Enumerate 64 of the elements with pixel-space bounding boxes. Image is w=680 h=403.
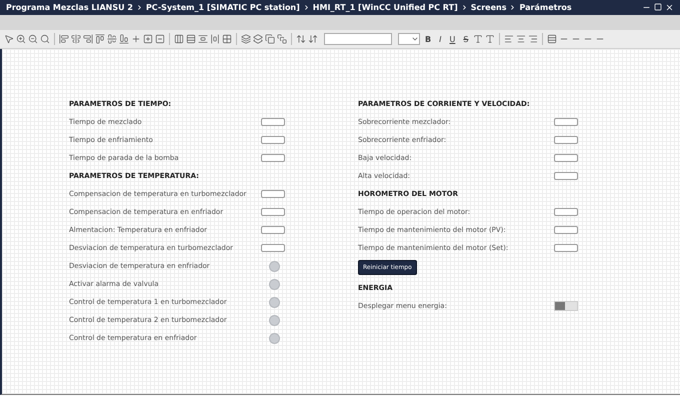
copy-icon[interactable] (265, 34, 275, 44)
status-indicator (269, 260, 280, 272)
toggle-switch[interactable] (554, 301, 578, 311)
align-middle-icon[interactable] (107, 34, 117, 44)
pointer-icon[interactable] (4, 34, 14, 44)
breadcrumb-item[interactable]: Programa Mezclas LIANSU 2 (6, 3, 133, 12)
breadcrumb-item[interactable]: Parámetros (519, 3, 572, 12)
input-field[interactable] (261, 208, 285, 216)
square-plus-icon[interactable] (143, 34, 153, 44)
zoom-in-icon[interactable] (16, 34, 26, 44)
align-center-icon[interactable] (71, 34, 81, 44)
grid-icon[interactable] (222, 34, 232, 44)
input-field[interactable] (261, 226, 285, 234)
chevron-icon (460, 4, 468, 11)
sort-down-icon[interactable] (308, 34, 318, 44)
input-field[interactable] (554, 172, 578, 180)
input-field[interactable] (261, 154, 285, 162)
align-bottom-icon[interactable] (119, 34, 129, 44)
font-field[interactable] (324, 33, 392, 45)
caret-icon (411, 35, 419, 43)
input-field[interactable] (261, 190, 285, 198)
input-field[interactable] (554, 154, 578, 162)
input-field[interactable] (554, 244, 578, 252)
close-icon[interactable] (665, 3, 674, 12)
plus-icon[interactable] (131, 34, 141, 44)
align-top-icon[interactable] (95, 34, 105, 44)
align-left-icon[interactable] (59, 34, 69, 44)
format-button[interactable]: B (422, 34, 434, 44)
text-align-left-icon[interactable] (504, 34, 514, 44)
restore-icon[interactable] (654, 3, 662, 12)
chevron-icon (302, 4, 310, 11)
horizontal-spacing-icon[interactable] (210, 34, 220, 44)
text-align-center-icon[interactable] (516, 34, 526, 44)
zoom-out-icon[interactable] (28, 34, 38, 44)
chevron-icon (509, 4, 516, 11)
square-minus-icon[interactable] (155, 34, 165, 44)
format-button[interactable]: S (460, 34, 472, 44)
text-align-right-icon[interactable] (528, 34, 538, 44)
chevron-icon (136, 4, 143, 11)
breadcrumb-item[interactable]: PC-System_1 [SIMATIC PC station] (146, 3, 300, 12)
rows-icon[interactable] (186, 34, 196, 44)
input-field[interactable] (554, 226, 578, 234)
status-indicator (269, 278, 280, 290)
align-right-icon[interactable] (83, 34, 93, 44)
vertical-spacing-icon[interactable] (198, 34, 208, 44)
stack-icon[interactable] (277, 34, 287, 44)
input-field[interactable] (261, 118, 285, 126)
format-button[interactable]: I (436, 34, 444, 44)
status-indicator (269, 314, 280, 326)
input-field[interactable] (261, 244, 285, 252)
input-field[interactable] (554, 118, 578, 126)
input-field[interactable] (554, 208, 578, 216)
columns-icon[interactable] (174, 34, 184, 44)
input-field[interactable] (261, 136, 285, 144)
input-field[interactable] (554, 136, 578, 144)
format-button[interactable]: U (446, 34, 458, 44)
status-indicator (269, 296, 280, 308)
breadcrumb-item[interactable]: Screens (470, 3, 506, 12)
breadcrumb-item[interactable]: HMI_RT_1 [WinCC Unified PC RT] (312, 3, 458, 12)
layers-icon[interactable] (253, 34, 263, 44)
layers-icon[interactable] (241, 34, 251, 44)
status-indicator (269, 332, 280, 344)
search-icon[interactable] (40, 34, 50, 44)
sort-up-icon[interactable] (296, 34, 306, 44)
